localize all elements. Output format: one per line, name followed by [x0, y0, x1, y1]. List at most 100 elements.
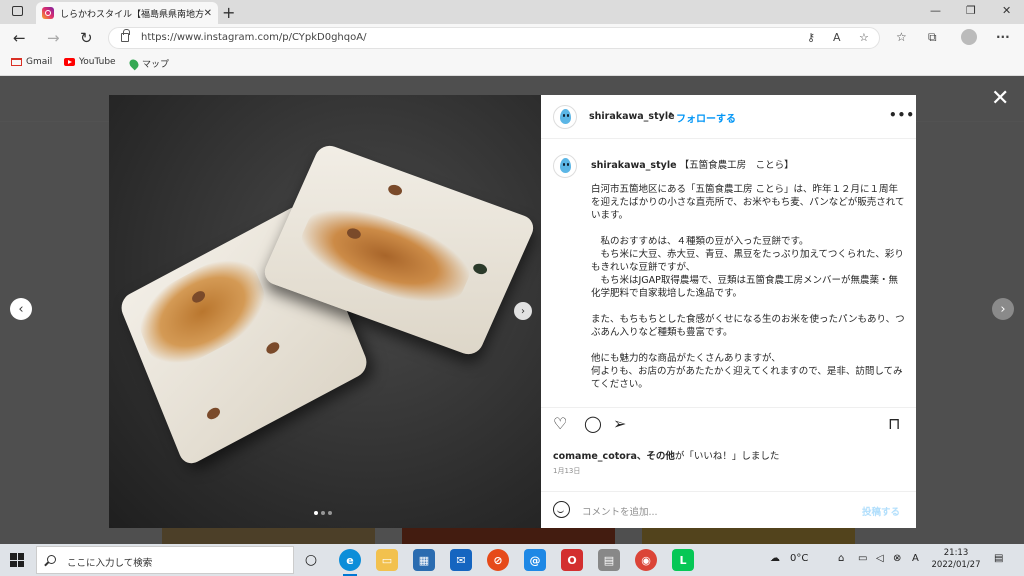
comment-icon[interactable]: ◯ — [584, 416, 602, 432]
clock-date: 2022/01/27 — [931, 560, 981, 570]
search-icon — [47, 555, 56, 564]
line-icon[interactable]: L — [672, 549, 694, 571]
chrome-icon[interactable]: ◉ — [635, 549, 657, 571]
caption-text: 白河市五箇地区にある「五箇食農工房 ことら」は、昨年１２月に１周年を迎えたばかり… — [591, 184, 905, 390]
youtube-icon — [64, 58, 75, 66]
follow-button[interactable]: フォローする — [676, 110, 736, 125]
refresh-icon[interactable]: ↻ — [80, 29, 93, 47]
search-input[interactable]: ここに入力して検索 — [67, 555, 152, 569]
edge-icon[interactable]: e — [339, 549, 361, 571]
post-actions: ♡ ◯ ➢ ⊓ — [541, 407, 916, 435]
post-header: shirakawa_style • フォローする ••• — [541, 95, 916, 139]
collections-icon[interactable]: ⧉ — [928, 30, 937, 45]
bean — [386, 183, 404, 198]
bookmark-gmail[interactable]: Gmail — [11, 57, 52, 67]
bean — [264, 340, 281, 356]
caption-header: shirakawa_style 【五箇食農工房 ことら】 — [591, 157, 794, 171]
status-icon[interactable]: ⊗ — [893, 553, 901, 564]
comment-box: コメントを追加... 投稿する — [541, 491, 916, 528]
taskbar-search[interactable]: ここに入力して検索 — [36, 546, 294, 574]
caption-username[interactable]: shirakawa_style — [591, 160, 677, 171]
office-icon[interactable]: O — [561, 549, 583, 571]
bookmark-label: YouTube — [79, 57, 116, 67]
bookmarks-bar: Gmail YouTube マップ — [0, 52, 1024, 76]
share-icon[interactable]: ➢ — [613, 416, 626, 432]
navigation-bar: ← → ↻ https://www.instagram.com/p/CYpkD0… — [0, 24, 1024, 52]
ime-icon[interactable]: A — [912, 553, 919, 564]
gmail-icon — [11, 58, 22, 66]
mascot-eye — [563, 114, 565, 117]
browser-tab[interactable]: しらかわスタイル【福島県県南地方振 ✕ — [36, 2, 218, 24]
more-options-icon[interactable]: ••• — [889, 108, 915, 122]
file-explorer-icon[interactable]: ▭ — [376, 549, 398, 571]
instagram-favicon-icon — [42, 7, 54, 19]
store-icon[interactable]: ▦ — [413, 549, 435, 571]
carousel-dot — [321, 511, 325, 515]
caption-title: 【五箇食農工房 ことら】 — [679, 160, 794, 171]
mascot-eye — [563, 163, 565, 166]
system-clock[interactable]: 21:13 2022/01/27 — [924, 547, 988, 571]
liked-by-user[interactable]: comame_cotora — [553, 451, 637, 462]
task-view-icon[interactable]: ○ — [300, 549, 322, 571]
address-bar[interactable]: https://www.instagram.com/p/CYpkD0ghqoA/… — [108, 27, 880, 49]
liked-suffix: が「いいね！」しました — [674, 451, 780, 462]
previous-post-button[interactable]: ‹ — [10, 298, 32, 320]
separator-dot: • — [668, 110, 674, 120]
toasted-surface — [129, 243, 275, 380]
post-date[interactable]: 1月13日 — [553, 466, 580, 476]
favorites-icon[interactable]: ☆ — [896, 30, 907, 44]
post-photo[interactable]: › — [109, 95, 541, 528]
mail-icon[interactable]: ✉ — [450, 549, 472, 571]
carousel-dots — [314, 511, 332, 515]
mascot-drop — [560, 109, 571, 124]
emoji-icon[interactable] — [553, 501, 570, 518]
new-tab-button[interactable]: + — [222, 3, 235, 22]
post-comment-button[interactable]: 投稿する — [862, 504, 900, 518]
maps-icon — [127, 57, 141, 70]
carousel-dot — [314, 511, 318, 515]
bookmark-maps[interactable]: マップ — [127, 57, 169, 70]
forward-icon[interactable]: → — [47, 29, 60, 47]
bean — [205, 405, 222, 422]
clock-time: 21:13 — [943, 548, 969, 558]
bookmark-youtube[interactable]: YouTube — [64, 57, 116, 67]
comment-input[interactable]: コメントを追加... — [582, 504, 658, 518]
network-icon[interactable]: ⌂ — [838, 553, 844, 564]
app-icon[interactable]: ▤ — [598, 549, 620, 571]
settings-menu-icon[interactable]: ··· — [996, 30, 1010, 44]
lock-icon[interactable] — [121, 29, 130, 42]
key-icon[interactable]: ⚷ — [807, 31, 815, 44]
app-icon[interactable]: ⊘ — [487, 549, 509, 571]
email-app-icon[interactable]: @ — [524, 549, 546, 571]
window-close-button[interactable]: ✕ — [1002, 4, 1011, 17]
likes-summary: comame_cotora、その他が「いいね！」しました — [553, 448, 779, 462]
notifications-icon[interactable]: ▤ — [994, 553, 1003, 564]
battery-icon[interactable]: ▭ — [858, 553, 867, 564]
carousel-next-icon[interactable]: › — [514, 302, 532, 320]
caption-scroll-area[interactable]: shirakawa_style 【五箇食農工房 ことら】 白河市五箇地区にある「… — [541, 139, 916, 407]
windows-start-icon[interactable] — [10, 553, 24, 567]
post-username[interactable]: shirakawa_style — [589, 111, 675, 122]
weather-temp[interactable]: 0°C — [790, 553, 808, 564]
favorite-icon[interactable]: ☆ — [859, 31, 869, 44]
mascot-drop — [560, 158, 571, 173]
modal-close-icon[interactable]: ✕ — [991, 88, 1009, 110]
avatar[interactable] — [553, 105, 577, 129]
bean — [471, 261, 489, 276]
volume-icon[interactable]: ◁ — [876, 553, 884, 564]
minimize-button[interactable]: — — [930, 4, 941, 17]
weather-icon[interactable]: ☁ — [770, 553, 780, 564]
url-text[interactable]: https://www.instagram.com/p/CYpkD0ghqoA/ — [141, 32, 366, 43]
read-aloud-icon[interactable]: A — [833, 31, 841, 44]
save-bookmark-icon[interactable]: ⊓ — [888, 416, 900, 432]
restore-button[interactable]: ❐ — [966, 4, 976, 17]
like-icon[interactable]: ♡ — [553, 416, 567, 432]
next-post-button[interactable]: › — [992, 298, 1014, 320]
tab-actions-icon[interactable] — [12, 6, 23, 16]
avatar[interactable] — [553, 154, 577, 178]
tab-close-icon[interactable]: ✕ — [204, 8, 212, 19]
liked-by-others[interactable]: 、その他 — [637, 451, 675, 462]
back-icon[interactable]: ← — [13, 29, 26, 47]
profile-avatar[interactable] — [961, 29, 977, 45]
carousel-dot — [328, 511, 332, 515]
